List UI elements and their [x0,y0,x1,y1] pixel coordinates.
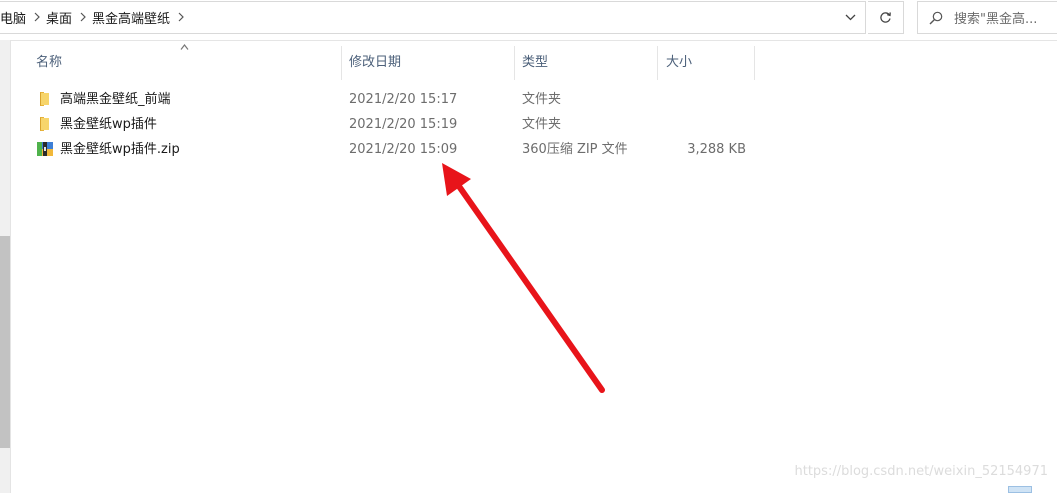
file-size [663,112,746,137]
refresh-icon [880,12,891,23]
file-name[interactable]: 高端黑金壁纸_前端 [60,87,171,112]
column-divider[interactable] [341,46,342,80]
file-explorer-window: 电脑 桌面 黑金高端壁纸 搜索"黑金高... 名称 修改日期 类型 大小 高端黑… [0,0,1057,493]
file-name[interactable]: 黑金壁纸wp插件.zip [60,137,180,162]
column-divider[interactable] [657,46,658,80]
file-size: 3,288 KB [687,142,746,157]
search-icon [918,2,954,33]
column-divider[interactable] [754,46,755,80]
file-type: 360压缩 ZIP 文件 [522,142,628,157]
column-header-row: 名称 修改日期 类型 大小 [11,44,1057,80]
file-row[interactable]: 黑金壁纸wp插件.zip 2021/2/20 15:09 360压缩 ZIP 文… [11,137,756,162]
file-row[interactable]: 高端黑金壁纸_前端 2021/2/20 15:17 文件夹 [11,87,756,112]
search-input[interactable]: 搜索"黑金高... [917,1,1057,34]
column-header-type[interactable]: 类型 [522,46,657,80]
file-modified-date: 2021/2/20 15:19 [349,117,458,132]
file-modified-date: 2021/2/20 15:09 [349,142,458,157]
breadcrumb-item-folder[interactable]: 黑金高端壁纸 [90,2,174,33]
file-name[interactable]: 黑金壁纸wp插件 [60,112,157,137]
file-row[interactable]: 黑金壁纸wp插件 2021/2/20 15:19 文件夹 [11,112,756,137]
address-bar[interactable]: 电脑 桌面 黑金高端壁纸 [0,1,866,34]
navigation-pane-scrollbar[interactable] [0,40,11,493]
chevron-right-icon[interactable] [174,11,188,25]
file-modified-date: 2021/2/20 15:17 [349,92,458,107]
file-type: 文件夹 [522,92,562,107]
search-placeholder: 搜索"黑金高... [954,12,1038,27]
column-header-date[interactable]: 修改日期 [349,46,514,80]
selection-handle [1008,486,1032,493]
breadcrumb-item-desktop[interactable]: 桌面 [44,2,76,33]
breadcrumb-item-pc[interactable]: 电脑 [0,2,30,33]
folder-icon [40,92,49,106]
refresh-button[interactable] [868,1,904,34]
column-header-size[interactable]: 大小 [666,46,754,80]
column-header-name[interactable]: 名称 [36,46,341,80]
zip-archive-icon [37,142,53,156]
watermark-text: https://blog.csdn.net/weixin_52154971 [794,464,1048,479]
chevron-down-icon [845,14,855,21]
address-bar-row: 电脑 桌面 黑金高端壁纸 搜索"黑金高... [0,0,1057,41]
scrollbar-thumb[interactable] [0,236,10,448]
chevron-right-icon[interactable] [30,11,44,25]
file-type: 文件夹 [522,117,562,132]
chevron-right-icon[interactable] [76,11,90,25]
file-size [663,87,746,112]
folder-icon [40,117,49,131]
column-divider[interactable] [514,46,515,80]
address-history-dropdown[interactable] [835,2,865,33]
